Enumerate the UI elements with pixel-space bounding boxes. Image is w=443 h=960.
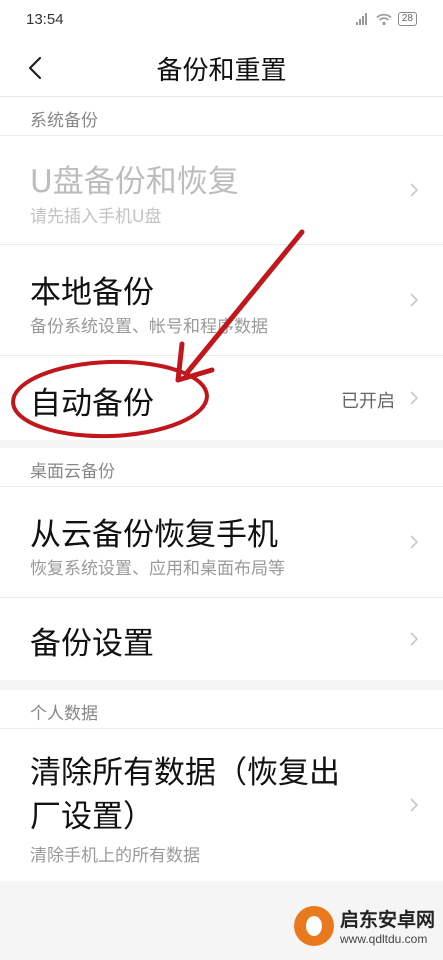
row-subtitle: 清除手机上的所有数据 (30, 846, 200, 866)
section-header-label: 系统备份 (30, 111, 98, 131)
watermark-url: www.qdltdu.com (339, 932, 428, 946)
row-title: 备份设置 (30, 626, 154, 662)
section-header-label: 个人数据 (30, 704, 98, 724)
app-header: 备份和重置 (0, 40, 443, 97)
section-header: 桌面云备份 (0, 448, 443, 487)
watermark: 启东安卓网 www.qdltdu.com (293, 905, 435, 946)
row-title: 自动备份 (30, 386, 154, 422)
chevron-right-icon (410, 798, 419, 812)
chevron-right-icon (410, 391, 419, 405)
status-time: 13:54 (26, 11, 64, 28)
battery-icon: 28 (397, 12, 417, 26)
watermark-text: 启东安卓网 www.qdltdu.com (340, 905, 435, 946)
row-title-line2: 厂设置） (30, 799, 154, 835)
section-personal-data: 个人数据 清除所有数据（恢复出 厂设置） 清除手机上的所有数据 (0, 690, 443, 881)
status-bar: 13:54 28 (0, 0, 443, 40)
chevron-right-icon (410, 535, 419, 549)
row-title: 从云备份恢复手机 (30, 517, 278, 553)
row-title-line1: 清除所有数据（恢复出 (30, 755, 340, 791)
watermark-title: 启东安卓网 (339, 909, 435, 931)
chevron-right-icon (410, 293, 419, 307)
row-value: 已开启 (341, 391, 395, 412)
chevron-right-icon (410, 632, 419, 646)
row-local-backup[interactable]: 本地备份 备份系统设置、帐号和程序数据 (0, 245, 443, 356)
row-subtitle: 请先插入手机U盘 (30, 207, 162, 227)
section-header: 系统备份 (0, 97, 443, 136)
row-subtitle: 恢复系统设置、应用和桌面布局等 (30, 559, 285, 579)
row-usb-backup[interactable]: U盘备份和恢复 请先插入手机U盘 (0, 136, 443, 245)
status-icons: 28 (355, 11, 417, 27)
section-system-backup: 系统备份 U盘备份和恢复 请先插入手机U盘 本地备份 备份系统设置、帐号和程序数… (0, 97, 443, 440)
row-title: 本地备份 (30, 275, 154, 311)
section-header-label: 桌面云备份 (30, 462, 115, 482)
row-cloud-restore[interactable]: 从云备份恢复手机 恢复系统设置、应用和桌面布局等 (0, 487, 443, 598)
chevron-right-icon (410, 183, 419, 197)
watermark-logo-icon (293, 905, 334, 946)
section-cloud-backup: 桌面云备份 从云备份恢复手机 恢复系统设置、应用和桌面布局等 备份设置 (0, 448, 443, 680)
row-auto-backup[interactable]: 自动备份 已开启 (0, 356, 443, 440)
row-backup-settings[interactable]: 备份设置 (0, 598, 443, 680)
row-title: U盘备份和恢复 (30, 164, 239, 200)
page-title: 备份和重置 (156, 56, 287, 86)
section-header: 个人数据 (0, 690, 443, 729)
wifi-icon (376, 13, 392, 25)
row-subtitle: 备份系统设置、帐号和程序数据 (30, 317, 268, 337)
signal-icon (355, 13, 370, 25)
row-factory-reset[interactable]: 清除所有数据（恢复出 厂设置） 清除手机上的所有数据 (0, 729, 443, 881)
